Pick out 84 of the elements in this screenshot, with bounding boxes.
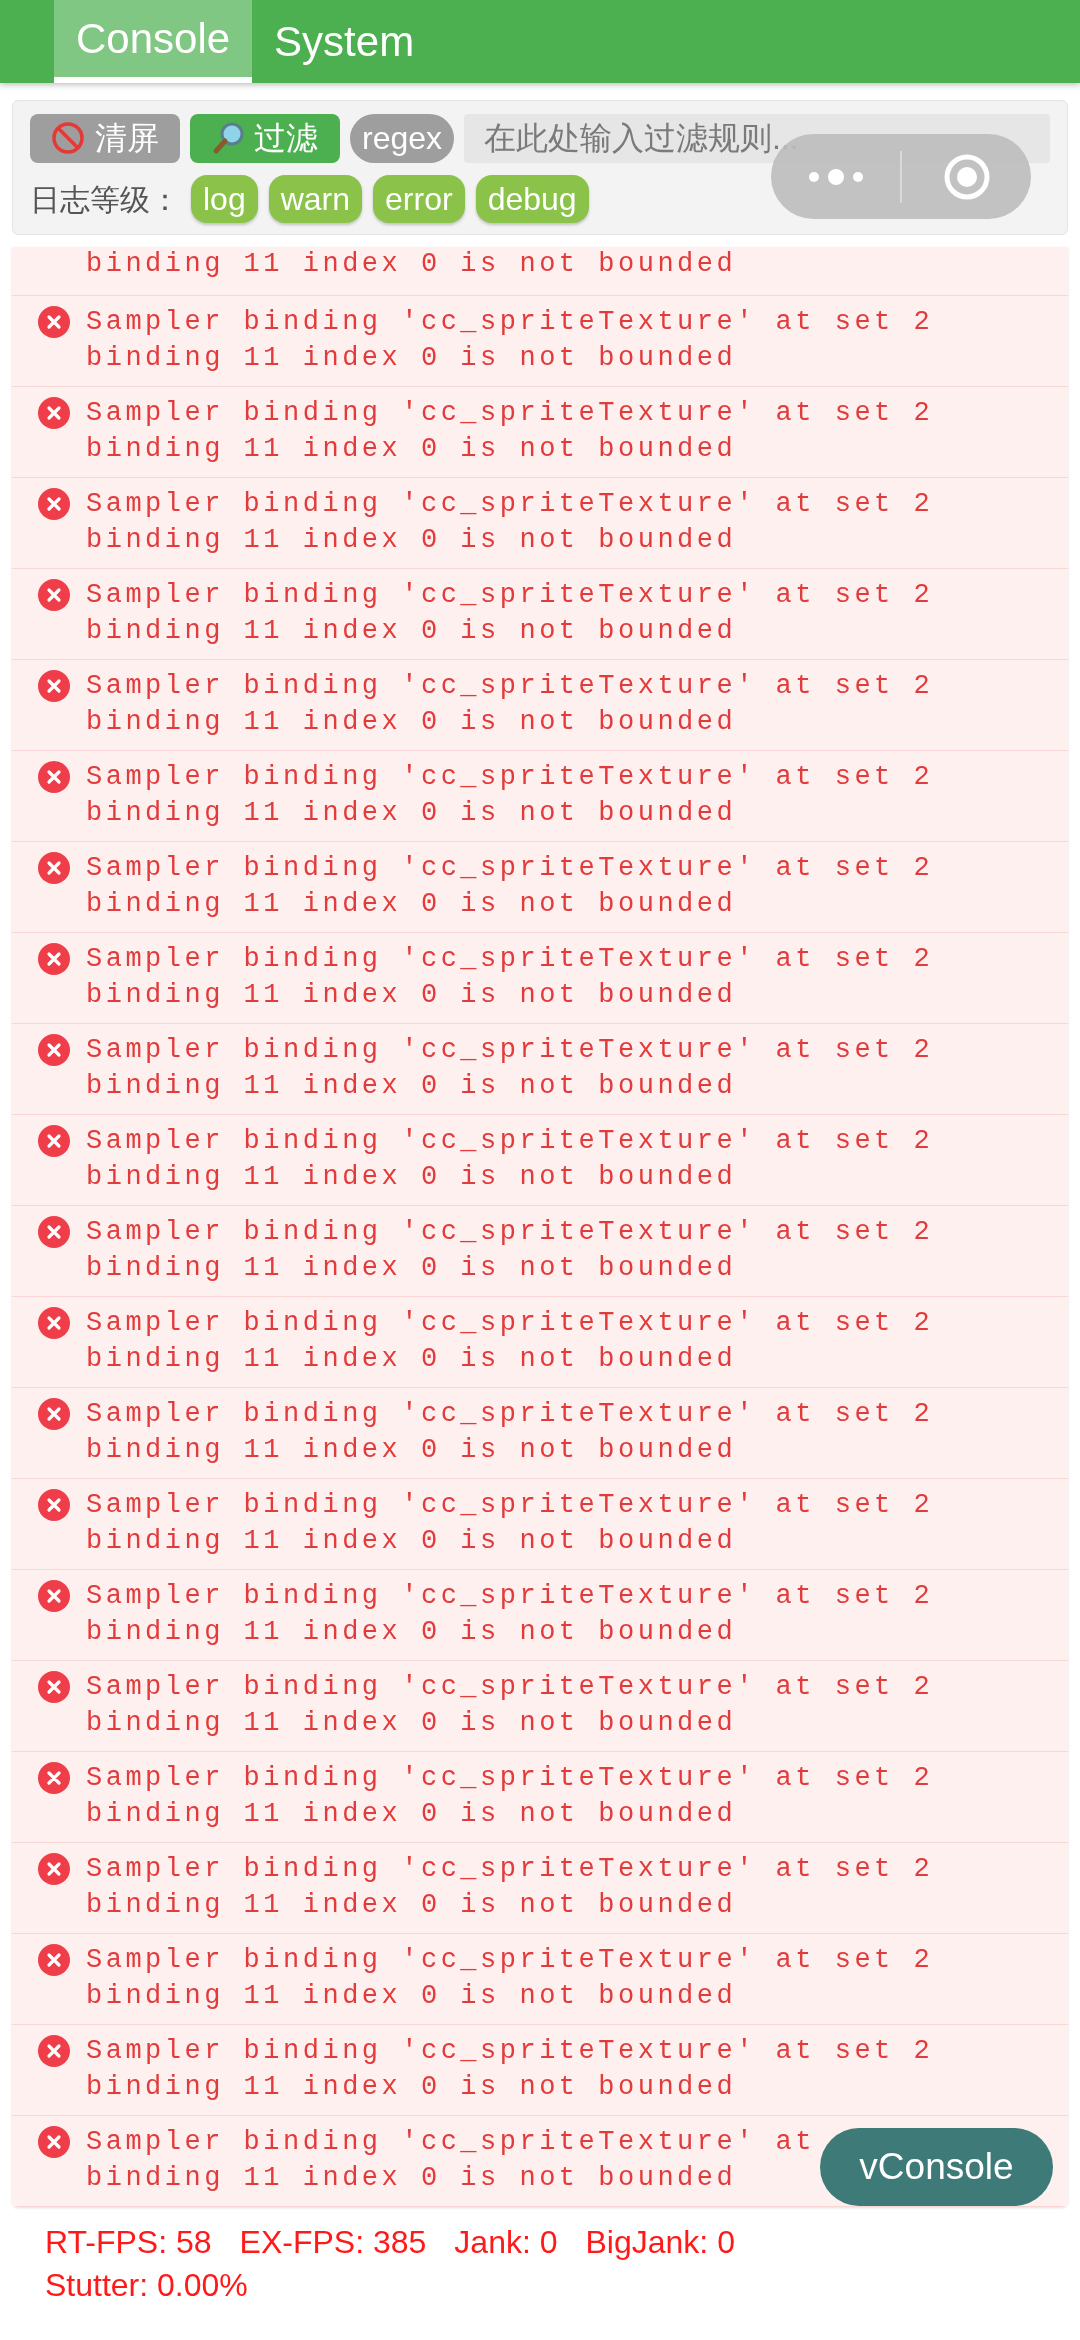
log-level-button[interactable]: log	[191, 175, 258, 223]
error-icon	[38, 2126, 70, 2158]
target-icon	[942, 152, 991, 201]
log-text: binding 11 index 0 is not bounded	[86, 979, 738, 1012]
log-text: Sampler binding 'cc_spriteTexture' at set 2	[86, 1216, 934, 1249]
log-text: binding 11 index 0 is not bounded	[86, 2162, 738, 2195]
log-level-button[interactable]: warn	[268, 175, 363, 223]
log-text: Sampler binding 'cc_spriteTexture' at set 2	[86, 1307, 934, 1340]
error-icon	[38, 397, 70, 429]
log-text: binding 11 index 0 is not bounded	[86, 1343, 738, 1376]
log-text: binding 11 index 0 is not bounded	[86, 248, 737, 281]
log-text: Sampler binding 'cc_spriteTexture' at set 2	[86, 1489, 934, 1522]
log-text: Sampler binding 'cc_spriteTexture' at set 2	[86, 943, 934, 976]
log-text: binding 11 index 0 is not bounded	[86, 1070, 738, 1103]
log-text: binding 11 index 0 is not bounded	[86, 2071, 738, 2104]
log-text: binding 11 index 0 is not bounded	[86, 1434, 738, 1467]
log-text: Sampler binding 'cc_spriteTexture' at set 2	[86, 852, 934, 885]
stats-text: Stutter: 0.00%	[45, 2266, 248, 2305]
log-text: Sampler binding 'cc_spriteTexture' at set 2	[86, 1580, 934, 1613]
error-icon	[38, 943, 70, 975]
log-text: Sampler binding 'cc_spriteTexture' at set 2	[86, 761, 934, 794]
filter-button[interactable]: 过滤	[190, 113, 340, 163]
error-icon	[38, 1216, 70, 1248]
log-text: Sampler binding 'cc_spriteTexture' at set 2	[86, 1762, 934, 1795]
error-icon	[38, 306, 70, 338]
log-text: Sampler binding 'cc_spriteTexture' at set 2	[86, 1034, 934, 1067]
log-text: Sampler binding 'cc_spriteTexture' at set 2	[86, 1398, 934, 1431]
error-icon	[38, 670, 70, 702]
log-text: binding 11 index 0 is not bounded	[86, 888, 738, 921]
error-icon	[38, 1944, 70, 1976]
log-text: Sampler binding 'cc_spriteTexture' at set 2	[86, 488, 934, 521]
log-text: binding 11 index 0 is not bounded	[86, 615, 738, 648]
log-text: binding 11 index 0 is not bounded	[86, 1252, 738, 1285]
log-text: Sampler binding 'cc_spriteTexture' at set 2	[86, 397, 934, 430]
log-text: binding 11 index 0 is not bounded	[86, 797, 738, 830]
log-text: Sampler binding 'cc_spriteTexture' at set 2	[86, 1125, 934, 1158]
error-icon	[38, 488, 70, 520]
log-text: binding 11 index 0 is not bounded	[86, 1798, 738, 1831]
log-text: Sampler binding 'cc_spriteTexture' at set 2	[86, 1853, 934, 1886]
log-level-button[interactable]: debug	[475, 175, 589, 223]
log-text: binding 11 index 0 is not bounded	[86, 342, 738, 375]
log-text: binding 11 index 0 is not bounded	[86, 1161, 738, 1194]
error-icon	[38, 1853, 70, 1885]
error-icon	[38, 852, 70, 884]
error-icon	[38, 1398, 70, 1430]
log-text: binding 11 index 0 is not bounded	[86, 1707, 738, 1740]
error-icon	[38, 579, 70, 611]
stats-text: BigJank: 0	[585, 2223, 735, 2262]
log-text: binding 11 index 0 is not bounded	[86, 1980, 738, 2013]
log-text: Sampler binding 'cc_spriteTexture' at set 2	[86, 306, 934, 339]
error-icon	[38, 2035, 70, 2067]
stats-text: Jank: 0	[454, 2223, 558, 2262]
error-icon	[38, 1034, 70, 1066]
tab[interactable]: Console	[54, 0, 253, 83]
stats-text: EX-FPS: 385	[239, 2223, 427, 2262]
error-icon	[38, 1671, 70, 1703]
error-icon	[38, 1125, 70, 1157]
regex-button[interactable]: regex	[350, 113, 454, 163]
log-text: binding 11 index 0 is not bounded	[86, 433, 738, 466]
log-text: Sampler binding 'cc_spriteTexture' at set 2	[86, 1671, 934, 1704]
log-text: binding 11 index 0 is not bounded	[86, 1616, 738, 1649]
tab[interactable]: System	[252, 0, 437, 83]
log-text: binding 11 index 0 is not bounded	[86, 706, 738, 739]
error-icon	[38, 1489, 70, 1521]
log-text: Sampler binding 'cc_spriteTexture' at set 2	[86, 2035, 934, 2068]
log-level-label: 日志等级：	[30, 181, 180, 218]
more-icon	[807, 168, 864, 185]
search-icon	[212, 121, 246, 155]
error-icon	[38, 1307, 70, 1339]
stats-text: RT-FPS: 58	[45, 2223, 212, 2262]
log-level-button[interactable]: error	[373, 175, 465, 223]
log-text: binding 11 index 0 is not bounded	[86, 1525, 738, 1558]
vconsole-button[interactable]: vConsole	[820, 2128, 1053, 2206]
log-text: Sampler binding 'cc_spriteTexture' at set 2	[86, 579, 934, 612]
log-text: Sampler binding 'cc_spriteTexture' at set 2	[86, 670, 934, 703]
log-text: Sampler binding 'cc_spriteTexture' at set 2	[86, 1944, 934, 1977]
log-text: binding 11 index 0 is not bounded	[86, 1889, 738, 1922]
error-icon	[38, 1580, 70, 1612]
clear-button[interactable]: 清屏	[30, 113, 180, 163]
error-icon	[38, 761, 70, 793]
prohibited-icon	[51, 121, 85, 155]
log-text: Sampler binding 'cc_spriteTexture' at	[86, 2126, 815, 2159]
log-text: binding 11 index 0 is not bounded	[86, 524, 738, 557]
error-icon	[38, 1762, 70, 1794]
